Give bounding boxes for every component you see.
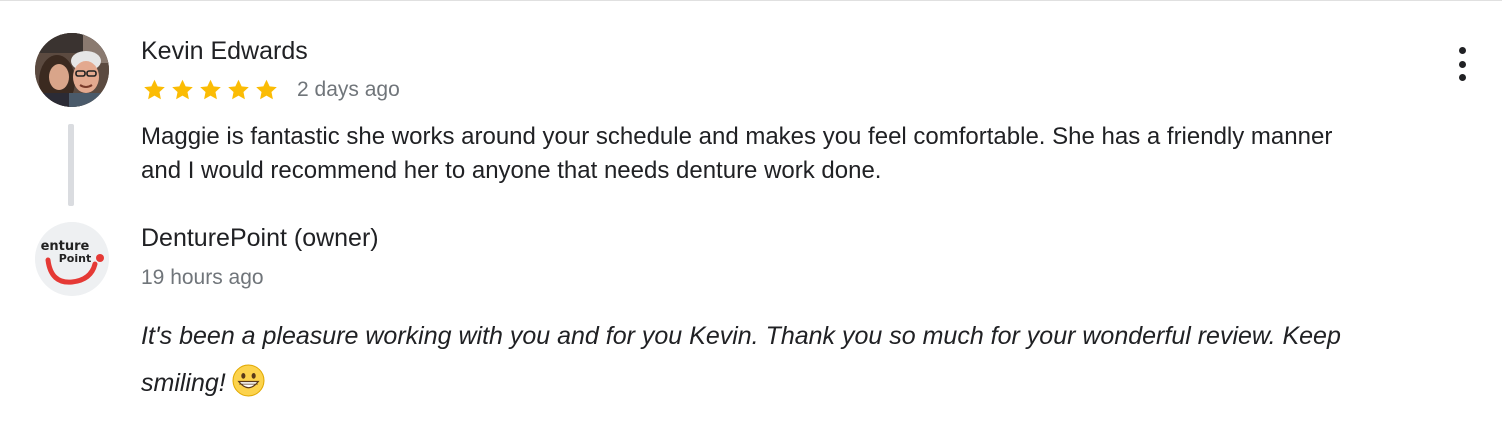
- svg-text:Point: Point: [59, 252, 91, 265]
- owner-response-date: 19 hours ago: [141, 266, 264, 289]
- top-divider: [0, 0, 1502, 1]
- thread-line: [68, 124, 74, 206]
- star-icon: [228, 79, 249, 100]
- more-vert-icon: [1458, 47, 1466, 54]
- owner-reply-text: It's been a pleasure working with you an…: [141, 322, 1341, 397]
- star-icon: [172, 79, 193, 100]
- grinning-face-emoji-icon: [232, 364, 265, 397]
- star-icon: [256, 79, 277, 100]
- more-vert-icon-dot: [1458, 74, 1466, 81]
- star-rating: [141, 77, 281, 103]
- review-text: Maggie is fantastic she works around you…: [141, 123, 1333, 184]
- reviewer-avatar[interactable]: [35, 33, 109, 107]
- review-date: 2 days ago: [297, 78, 400, 101]
- denture-point-logo-icon: enture Point: [35, 222, 109, 296]
- star-icon: [144, 79, 165, 100]
- more-vert-icon-dot: [1458, 60, 1466, 68]
- owner-avatar: enture Point: [35, 222, 109, 296]
- owner-name: DenturePoint (owner): [141, 224, 379, 252]
- reviewer-photo-icon: [35, 33, 109, 107]
- reviewer-name[interactable]: Kevin Edwards: [141, 37, 308, 66]
- more-options-button[interactable]: [1446, 44, 1478, 84]
- star-icon: [200, 79, 221, 100]
- owner-reply: It's been a pleasure working with you an…: [141, 313, 1371, 407]
